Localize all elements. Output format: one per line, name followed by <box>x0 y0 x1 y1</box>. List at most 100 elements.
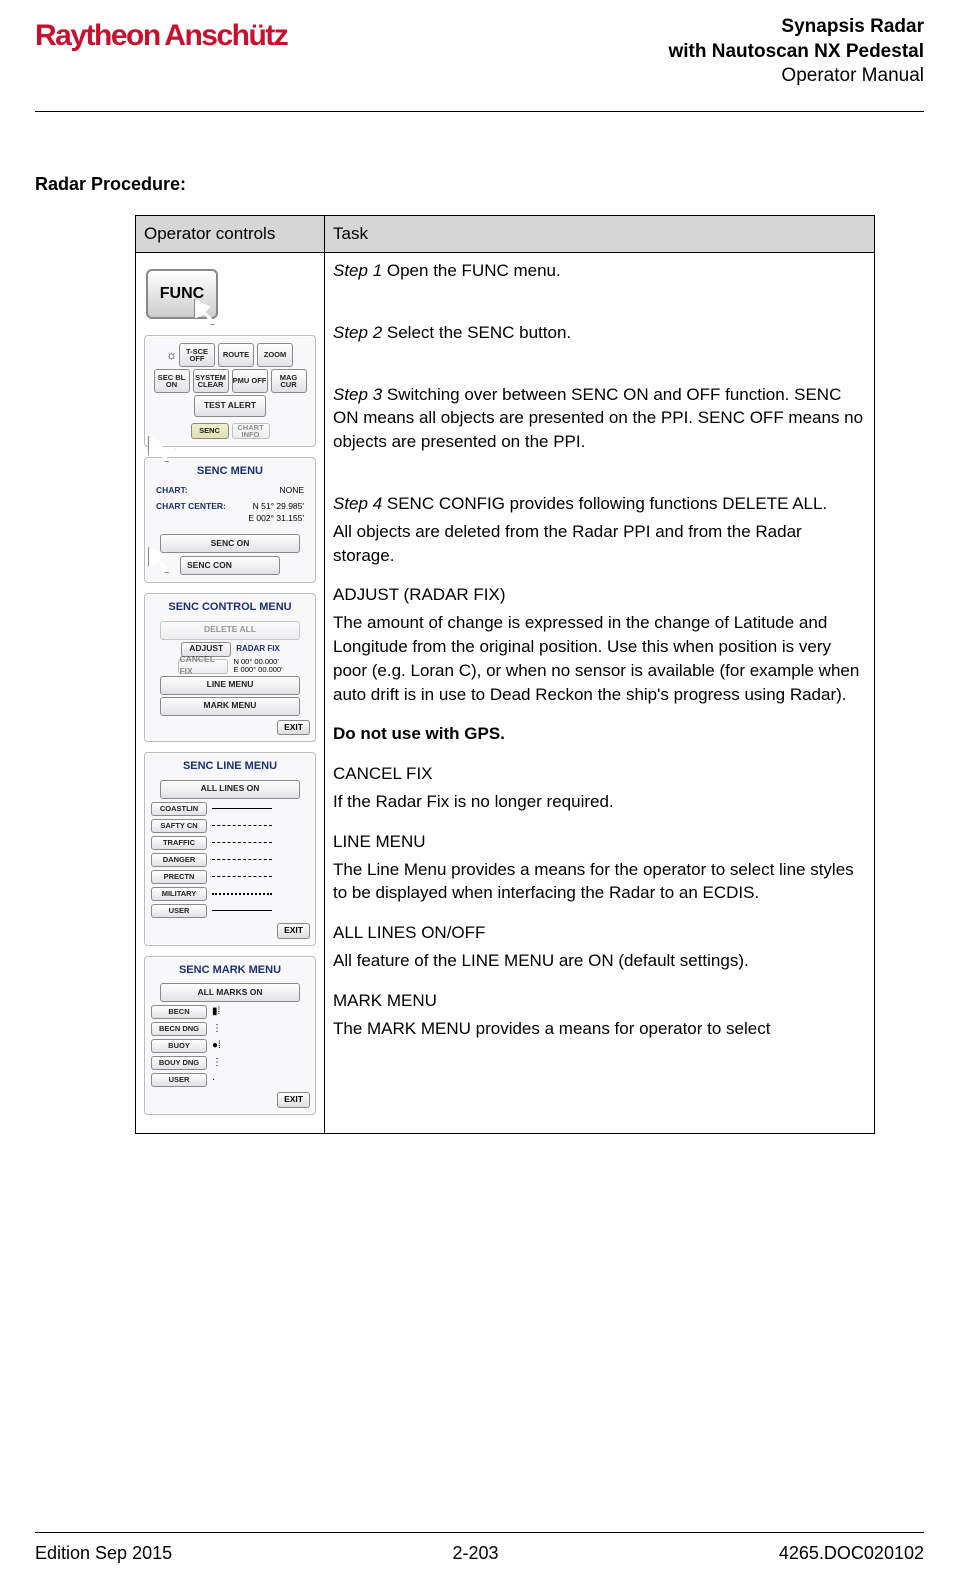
col-header-task: Task <box>325 216 875 253</box>
user-pattern <box>212 910 272 911</box>
step1-label: Step 1 <box>333 261 382 280</box>
subbrand-name: Anschütz <box>164 19 287 52</box>
senc-button[interactable]: SENC <box>191 423 229 439</box>
control-exit-button[interactable]: EXIT <box>277 720 310 736</box>
cancel-fix-text: If the Radar Fix is no longer required. <box>333 790 866 814</box>
func-button[interactable]: FUNC <box>146 269 218 319</box>
senc-mark-menu-panel: SENC MARK MENU ALL MARKS ON BECN ▮⁞ BECN … <box>144 956 316 1115</box>
sun-icon: ☼ <box>166 347 177 364</box>
route-button[interactable]: ROUTE <box>218 343 254 367</box>
traffic-pattern <box>212 842 272 843</box>
chart-center-label: CHART CENTER: <box>156 501 226 525</box>
lon-value: E 000° 00.000' <box>233 665 282 674</box>
system-clear-button[interactable]: SYSTEM CLEAR <box>193 369 229 393</box>
line-exit-button[interactable]: EXIT <box>277 923 310 939</box>
logo: Raytheon Anschütz <box>35 15 287 57</box>
prectn-pattern <box>212 876 272 877</box>
page: Raytheon Anschütz Synapsis Radar with Na… <box>0 0 959 1591</box>
senc-menu-panel: SENC MENU CHART: NONE CHART CENTER: N 51… <box>144 457 316 583</box>
becn-button[interactable]: BECN <box>151 1005 207 1019</box>
chart-label: CHART: <box>156 485 188 497</box>
user-line-button[interactable]: USER <box>151 904 207 918</box>
adjust-title: ADJUST (RADAR FIX) <box>333 583 866 607</box>
document-title-block: Synapsis Radar with Nautoscan NX Pedesta… <box>668 15 924 89</box>
becn-mark-icon: ▮⁞ <box>212 1005 220 1019</box>
step3-label: Step 3 <box>333 385 382 404</box>
buoy-mark-icon: ●⁞ <box>212 1039 221 1053</box>
test-alert-button[interactable]: TEST ALERT <box>194 395 266 417</box>
all-marks-on-button[interactable]: ALL MARKS ON <box>160 983 300 1002</box>
footer-edition: Edition Sep 2015 <box>35 1541 172 1566</box>
mag-cur-button[interactable]: MAG CUR <box>271 369 307 393</box>
task-cell: Step 1 Open the FUNC menu. Step 2 Select… <box>325 253 875 1134</box>
step2-label: Step 2 <box>333 323 382 342</box>
mark-exit-button[interactable]: EXIT <box>277 1092 310 1108</box>
col-header-operator-controls: Operator controls <box>136 216 325 253</box>
chart-value: NONE <box>279 485 304 497</box>
footer-doc-id: 4265.DOC020102 <box>779 1541 924 1566</box>
doc-title-line2: with Nautoscan NX Pedestal <box>668 40 924 65</box>
military-pattern <box>212 893 272 895</box>
mark-menu-title: SENC MARK MENU <box>150 963 310 978</box>
pmu-off-button[interactable]: PMU OFF <box>232 369 268 393</box>
step1-text: Open the FUNC menu. <box>382 261 561 280</box>
secbl-on-button[interactable]: SEC BL ON <box>154 369 190 393</box>
line-menu-text: The Line Menu provides a means for the o… <box>333 858 866 906</box>
mark-menu-title-text: MARK MENU <box>333 989 866 1013</box>
radar-fix-label: RADAR FIX <box>236 643 280 654</box>
all-lines-title: ALL LINES ON/OFF <box>333 921 866 945</box>
safty-cn-button[interactable]: SAFTY CN <box>151 819 207 833</box>
page-footer: Edition Sep 2015 2-203 4265.DOC020102 <box>35 1532 924 1566</box>
step4-text: SENC CONFIG provides following functions… <box>382 494 827 513</box>
cancel-fix-title: CANCEL FIX <box>333 762 866 786</box>
line-menu-button[interactable]: LINE MENU <box>160 676 300 695</box>
operator-controls-cell: FUNC ☼ T-SCE OFF ROUTE ZOOM SEC BL ON SY… <box>136 253 325 1134</box>
header-rule <box>35 111 924 112</box>
coastlin-pattern <box>212 808 272 809</box>
senc-config-button[interactable]: SENC CON <box>180 556 280 575</box>
zoom-button[interactable]: ZOOM <box>257 343 293 367</box>
all-lines-on-button[interactable]: ALL LINES ON <box>160 780 300 799</box>
line-menu-title-text: LINE MENU <box>333 830 866 854</box>
bouy-dng-button[interactable]: BOUY DNG <box>151 1056 207 1070</box>
senc-control-menu-panel: SENC CONTROL MENU DELETE ALL ADJUST RADA… <box>144 593 316 742</box>
cancel-fix-button[interactable]: CANCEL FIX <box>178 659 228 674</box>
step4-label: Step 4 <box>333 494 382 513</box>
tsce-off-button[interactable]: T-SCE OFF <box>179 343 215 367</box>
chart-info-button[interactable]: CHART INFO <box>232 423 270 439</box>
prectn-button[interactable]: PRECTN <box>151 870 207 884</box>
doc-title-line1: Synapsis Radar <box>668 15 924 40</box>
step4-cont: All objects are deleted from the Radar P… <box>333 520 866 568</box>
func-button-illustration: FUNC <box>146 269 216 319</box>
military-button[interactable]: MILITARY <box>151 887 207 901</box>
bouy-dng-mark-icon: ⋮ <box>212 1056 222 1070</box>
line-menu-title: SENC LINE MENU <box>150 759 310 774</box>
section-title: Radar Procedure: <box>35 172 924 197</box>
senc-on-button[interactable]: SENC ON <box>160 534 300 553</box>
all-lines-text: All feature of the LINE MENU are ON (def… <box>333 949 866 973</box>
mark-menu-text: The MARK MENU provides a means for opera… <box>333 1017 866 1041</box>
buoy-button[interactable]: BUOY <box>151 1039 207 1053</box>
senc-line-menu-panel: SENC LINE MENU ALL LINES ON COASTLIN SAF… <box>144 752 316 945</box>
mark-menu-button[interactable]: MARK MENU <box>160 697 300 716</box>
saftycn-pattern <box>212 825 272 826</box>
danger-button[interactable]: DANGER <box>151 853 207 867</box>
page-header: Raytheon Anschütz Synapsis Radar with Na… <box>35 15 924 89</box>
doc-title-line3: Operator Manual <box>668 64 924 89</box>
delete-all-button[interactable]: DELETE ALL <box>160 621 300 640</box>
traffic-button[interactable]: TRAFFIC <box>151 836 207 850</box>
danger-pattern <box>212 859 272 860</box>
func-grid-panel: ☼ T-SCE OFF ROUTE ZOOM SEC BL ON SYSTEM … <box>144 335 316 447</box>
user-mark-button[interactable]: USER <box>151 1073 207 1087</box>
procedure-table: Operator controls Task FUNC ☼ T-SCE OFF … <box>135 215 875 1134</box>
chart-center-value: N 51° 29.985' E 002° 31.155' <box>248 501 304 525</box>
user-mark-icon: · <box>212 1073 215 1087</box>
gps-warning: Do not use with GPS. <box>333 722 866 746</box>
coastlin-button[interactable]: COASTLIN <box>151 802 207 816</box>
footer-page-number: 2-203 <box>452 1541 498 1566</box>
step2-text: Select the SENC button. <box>382 323 571 342</box>
becn-dng-button[interactable]: BECN DNG <box>151 1022 207 1036</box>
step3-text: Switching over between SENC ON and OFF f… <box>333 385 863 452</box>
becn-dng-mark-icon: ⋮ <box>212 1022 222 1036</box>
adjust-text: The amount of change is expressed in the… <box>333 611 866 706</box>
